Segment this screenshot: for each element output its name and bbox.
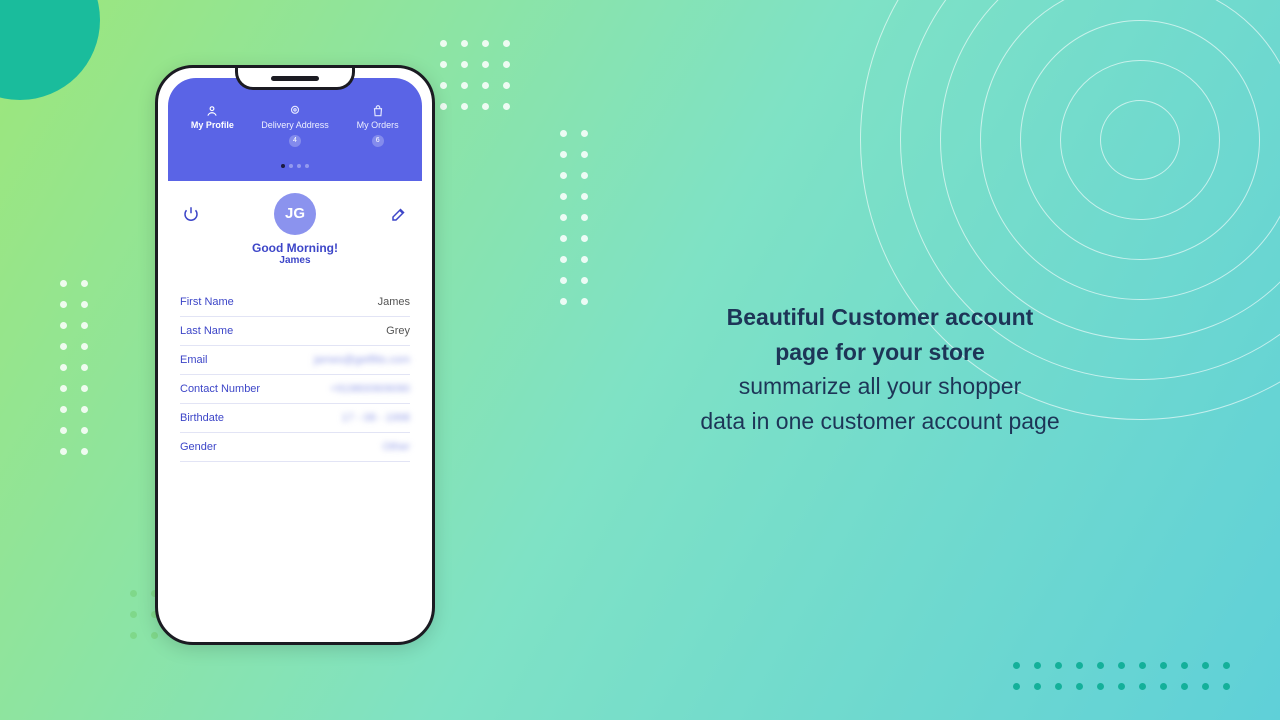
field-label: Contact Number — [180, 383, 260, 395]
greeting-text: Good Morning! — [168, 241, 422, 255]
field-value: 17 - 08 - 1998 — [342, 412, 411, 424]
user-icon — [205, 104, 219, 118]
profile-header: JG — [168, 181, 422, 241]
tab-my-orders[interactable]: My Orders 6 — [337, 104, 418, 147]
phone-notch — [235, 68, 355, 90]
avatar-initials: JG — [285, 205, 305, 222]
edit-icon[interactable] — [390, 205, 408, 223]
tab-badge: 4 — [289, 135, 301, 147]
power-icon[interactable] — [182, 205, 200, 223]
greeting: Good Morning! James — [168, 241, 422, 266]
field-value: James — [378, 296, 410, 308]
tab-label: Delivery Address — [261, 120, 329, 131]
headline-line: page for your store — [540, 335, 1220, 370]
decorative-dots — [440, 40, 510, 110]
field-birthdate: Birthdate 17 - 08 - 1998 — [180, 404, 410, 433]
phone-screen: My Profile Delivery Address 4 My Orders … — [168, 78, 422, 632]
field-value: +919800909090 — [330, 383, 410, 395]
location-icon — [288, 104, 302, 118]
field-label: Email — [180, 354, 208, 366]
tab-badge: 6 — [372, 135, 384, 147]
decorative-dots — [1013, 662, 1230, 690]
field-label: Birthdate — [180, 412, 224, 424]
tab-label: My Orders — [357, 120, 399, 131]
tab-my-profile[interactable]: My Profile — [172, 104, 253, 147]
phone-mockup: My Profile Delivery Address 4 My Orders … — [155, 65, 435, 645]
field-value: Other — [382, 441, 410, 453]
bag-icon — [371, 104, 385, 118]
profile-fields: First Name James Last Name Grey Email ja… — [168, 288, 422, 462]
field-last-name: Last Name Grey — [180, 317, 410, 346]
field-label: First Name — [180, 296, 234, 308]
tab-label: My Profile — [191, 120, 234, 131]
subhead-line: summarize all your shopper — [540, 369, 1220, 404]
field-value: james@getflits.com — [314, 354, 410, 366]
field-email: Email james@getflits.com — [180, 346, 410, 375]
marketing-copy: Beautiful Customer account page for your… — [540, 300, 1220, 438]
headline-line: Beautiful Customer account — [540, 300, 1220, 335]
field-label: Last Name — [180, 325, 233, 337]
tab-delivery-address[interactable]: Delivery Address 4 — [255, 104, 336, 147]
field-value: Grey — [386, 325, 410, 337]
field-first-name: First Name James — [180, 288, 410, 317]
field-contact: Contact Number +919800909090 — [180, 375, 410, 404]
greeting-name: James — [168, 255, 422, 266]
field-label: Gender — [180, 441, 217, 453]
decorative-dots — [60, 280, 88, 455]
carousel-pager — [168, 155, 422, 181]
field-gender: Gender Other — [180, 433, 410, 462]
decorative-circle — [0, 0, 100, 100]
decorative-dots — [560, 130, 588, 305]
subhead-line: data in one customer account page — [540, 404, 1220, 439]
avatar: JG — [274, 193, 316, 235]
